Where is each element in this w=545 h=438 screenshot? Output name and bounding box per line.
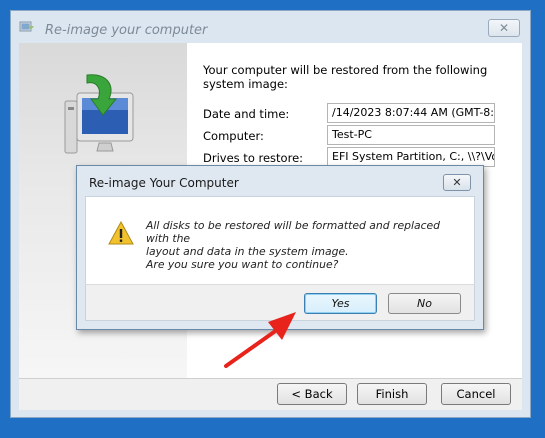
- drives-field: EFI System Partition, C:, \\?\Volur: [327, 147, 495, 167]
- no-button[interactable]: No: [388, 293, 461, 314]
- window-title: Re-image your computer: [45, 23, 208, 38]
- confirm-message: All disks to be restored will be formatt…: [146, 219, 466, 271]
- finish-button[interactable]: Finish: [357, 383, 427, 405]
- date-time-label: Date and time:: [203, 107, 290, 121]
- confirm-message-line: Are you sure you want to continue?: [146, 258, 339, 271]
- window-close-button[interactable]: ✕: [488, 19, 520, 37]
- drives-label: Drives to restore:: [203, 151, 304, 165]
- computer-restore-icon: [64, 74, 134, 154]
- date-time-field: /14/2023 8:07:44 AM (GMT-8:00): [327, 103, 495, 123]
- computer-label: Computer:: [203, 129, 264, 143]
- confirm-message-line: layout and data in the system image.: [146, 245, 349, 258]
- confirm-message-line: All disks to be restored will be formatt…: [146, 219, 441, 245]
- confirm-dialog-body: All disks to be restored will be formatt…: [85, 196, 475, 284]
- yes-button[interactable]: Yes: [304, 293, 377, 314]
- confirm-close-button[interactable]: ✕: [443, 174, 471, 191]
- title-bar: Re-image your computer ✕: [11, 11, 530, 41]
- cancel-button[interactable]: Cancel: [441, 383, 511, 405]
- restore-intro-text: Your computer will be restored from the …: [203, 63, 488, 91]
- confirm-dialog-title: Re-image Your Computer: [89, 176, 239, 190]
- warning-icon: [108, 221, 134, 245]
- red-arrow-icon: [224, 312, 296, 368]
- computer-field: Test-PC: [327, 125, 495, 145]
- wizard-footer: < Back Finish Cancel: [19, 378, 522, 410]
- back-button[interactable]: < Back: [277, 383, 347, 405]
- restore-window-icon: [19, 21, 34, 32]
